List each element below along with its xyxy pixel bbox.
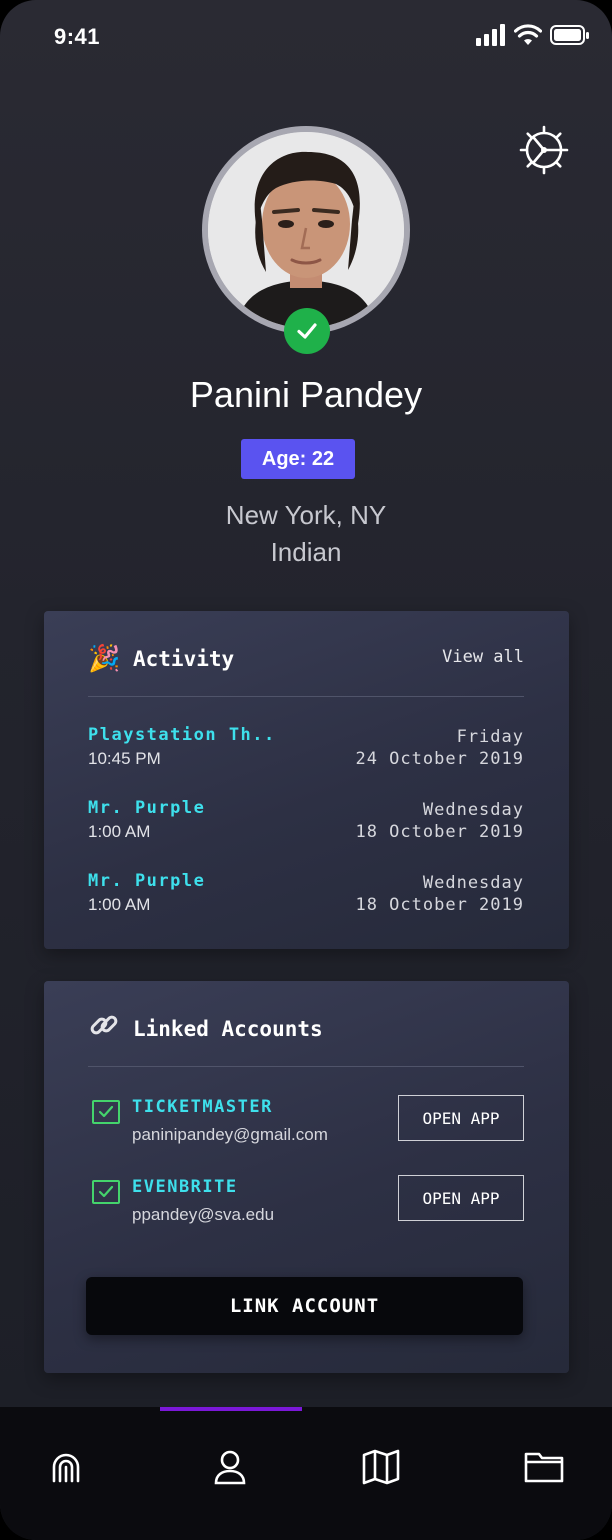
activity-item[interactable]: Mr. Purple 1:00 AM Wednesday 18 October … [88, 871, 524, 944]
check-icon [98, 1185, 114, 1198]
avatar[interactable] [202, 126, 410, 334]
profile-location: New York, NY [225, 500, 387, 530]
open-app-button[interactable]: OPEN APP [398, 1095, 524, 1141]
user-icon [214, 1450, 246, 1485]
profile-screen: 9:41 Panini Pandey Age: 22 New York, NY … [0, 0, 612, 1540]
linked-accounts-list: TICKETMASTER paninipandey@gmail.com OPEN… [88, 1095, 524, 1255]
wifi-icon [514, 24, 542, 45]
verified-badge [284, 308, 330, 354]
status-bar: 9:41 [0, 0, 612, 76]
activity-item-day: Friday [456, 727, 524, 747]
battery-icon [550, 25, 589, 45]
nav-item-fingerprint[interactable] [42, 1443, 90, 1491]
settings-icon [519, 125, 569, 175]
activity-item-date: 18 October 2019 [355, 895, 524, 915]
activity-card: 🎉 Activity View all Playstation Th.. 10:… [44, 611, 569, 949]
linked-accounts-header: Linked Accounts [88, 981, 524, 1067]
activity-item-date: 24 October 2019 [355, 749, 524, 769]
map-icon [362, 1449, 400, 1485]
activity-item-title: Mr. Purple [88, 798, 206, 818]
linked-account-item: EVENBRITE ppandey@sva.edu OPEN APP [88, 1175, 524, 1255]
check-icon [297, 323, 317, 339]
activity-item-time: 1:00 AM [88, 895, 151, 914]
link-account-button[interactable]: LINK ACCOUNT [86, 1277, 523, 1335]
party-popper-icon: 🎉 [88, 643, 121, 673]
profile-ethnicity: Indian [270, 537, 342, 567]
age-badge: Age: 22 [241, 439, 355, 479]
activity-header: 🎉 Activity View all [88, 611, 524, 697]
activity-item-day: Wednesday [422, 873, 524, 893]
account-email: ppandey@sva.edu [132, 1205, 275, 1224]
nav-item-map[interactable] [357, 1443, 405, 1491]
activity-item[interactable]: Playstation Th.. 10:45 PM Friday 24 Octo… [88, 725, 524, 798]
linked-accounts-title: Linked Accounts [133, 1017, 323, 1041]
folder-icon [524, 1452, 564, 1483]
activity-item-title: Mr. Purple [88, 871, 206, 891]
status-time: 9:41 [54, 24, 101, 49]
nav-active-indicator [160, 1407, 302, 1411]
linked-accounts-card: Linked Accounts TICKETMASTER paninipande… [44, 981, 569, 1373]
bottom-nav [0, 1407, 612, 1540]
status-icons [476, 24, 590, 46]
activity-item-time: 10:45 PM [88, 749, 161, 768]
activity-title: Activity [133, 647, 235, 671]
account-name: TICKETMASTER [132, 1097, 273, 1117]
signal-icon [476, 24, 505, 46]
linked-account-item: TICKETMASTER paninipandey@gmail.com OPEN… [88, 1095, 524, 1175]
account-name: EVENBRITE [132, 1177, 238, 1197]
activity-item[interactable]: Mr. Purple 1:00 AM Wednesday 18 October … [88, 798, 524, 871]
view-all-link[interactable]: View all [442, 647, 524, 667]
activity-item-day: Wednesday [422, 800, 524, 820]
nav-item-profile[interactable] [206, 1443, 254, 1491]
checkbox-checked-icon[interactable] [92, 1180, 120, 1204]
link-icon [90, 1015, 118, 1035]
settings-button[interactable] [518, 124, 570, 176]
checkbox-checked-icon[interactable] [92, 1100, 120, 1124]
activity-item-date: 18 October 2019 [355, 822, 524, 842]
account-email: paninipandey@gmail.com [132, 1125, 328, 1144]
profile-name: Panini Pandey [189, 374, 423, 415]
activity-item-time: 1:00 AM [88, 822, 151, 841]
avatar-photo [208, 132, 404, 328]
avatar-container [202, 126, 410, 354]
activity-list: Playstation Th.. 10:45 PM Friday 24 Octo… [88, 725, 524, 944]
fingerprint-icon [52, 1453, 80, 1483]
check-icon [98, 1105, 114, 1118]
activity-item-title: Playstation Th.. [88, 725, 276, 745]
open-app-button[interactable]: OPEN APP [398, 1175, 524, 1221]
nav-item-folder[interactable] [520, 1443, 568, 1491]
